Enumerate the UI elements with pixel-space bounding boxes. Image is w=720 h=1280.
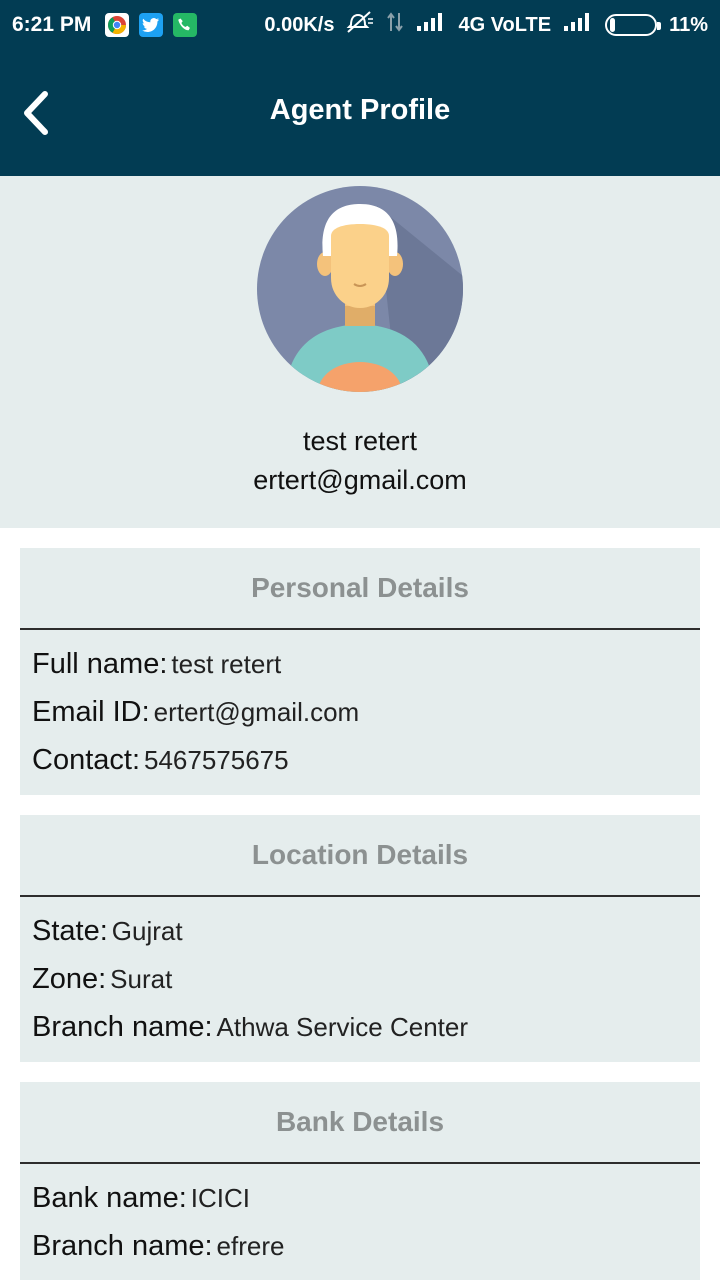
- battery-icon: [605, 14, 662, 36]
- detail-value: 5467575675: [144, 745, 289, 775]
- detail-value: Gujrat: [111, 916, 183, 946]
- detail-row-contact: Contact: 5467575675: [32, 744, 700, 792]
- status-bar-right: 0.00K/s 4G VoLTE 11%: [264, 10, 708, 40]
- detail-value: Surat: [110, 964, 173, 994]
- detail-row-state: State: Gujrat: [32, 915, 700, 963]
- detail-value: ICICI: [190, 1183, 250, 1213]
- detail-label: Branch name:: [32, 1011, 213, 1043]
- signal-icon: [416, 12, 446, 38]
- detail-row-full-name: Full name: test retert: [32, 648, 700, 696]
- detail-label: Email ID:: [32, 696, 150, 728]
- bank-details-title: Bank Details: [20, 1082, 700, 1164]
- status-bar-left: 6:21 PM: [12, 13, 198, 37]
- page-title: Agent Profile: [269, 94, 451, 126]
- bank-details-body: Bank name: ICICI Branch name: efrere: [20, 1164, 700, 1278]
- network-type: 4G VoLTE: [458, 13, 552, 36]
- mute-icon: [346, 10, 374, 40]
- location-details-card: Location Details State: Gujrat Zone: Sur…: [20, 815, 700, 1062]
- location-details-body: State: Gujrat Zone: Surat Branch name: A…: [20, 897, 700, 1059]
- detail-label: State:: [32, 915, 108, 947]
- phone-app-icon: [173, 13, 198, 37]
- data-arrows-icon: [386, 11, 404, 39]
- signal-icon-2: [563, 12, 593, 38]
- battery-level-fill: [610, 18, 616, 32]
- detail-row-branch-name: Branch name: Athwa Service Center: [32, 1011, 700, 1059]
- detail-row-bank-branch: Branch name: efrere: [32, 1230, 700, 1278]
- status-bar: 6:21 PM 0.00K/s 4G VoLTE 11%: [0, 0, 720, 50]
- detail-value: ertert@gmail.com: [153, 697, 360, 727]
- user-avatar-icon[interactable]: [257, 186, 463, 392]
- detail-label: Contact:: [32, 744, 140, 776]
- location-details-title: Location Details: [20, 815, 700, 897]
- detail-label: Full name:: [32, 648, 168, 680]
- network-speed: 0.00K/s: [264, 13, 335, 36]
- personal-details-body: Full name: test retert Email ID: ertert@…: [20, 630, 700, 792]
- bank-details-card: Bank Details Bank name: ICICI Branch nam…: [20, 1082, 700, 1280]
- detail-row-email: Email ID: ertert@gmail.com: [32, 696, 700, 744]
- personal-details-card: Personal Details Full name: test retert …: [20, 548, 700, 795]
- detail-label: Branch name:: [32, 1230, 213, 1262]
- detail-row-zone: Zone: Surat: [32, 963, 700, 1011]
- personal-details-title: Personal Details: [20, 548, 700, 630]
- app-bar: Agent Profile: [0, 50, 720, 176]
- detail-value: efrere: [216, 1231, 285, 1261]
- status-time: 6:21 PM: [12, 13, 92, 36]
- battery-tip: [657, 22, 662, 30]
- detail-label: Bank name:: [32, 1182, 187, 1214]
- chrome-icon: [105, 13, 130, 37]
- battery-percent: 11%: [669, 13, 708, 36]
- twitter-icon: [139, 13, 164, 37]
- profile-email: ertert@gmail.com: [253, 465, 467, 495]
- detail-value: Athwa Service Center: [216, 1012, 468, 1042]
- profile-header: test retert ertert@gmail.com: [0, 176, 720, 528]
- profile-name: test retert: [302, 426, 418, 456]
- detail-value: test retert: [171, 649, 282, 679]
- detail-label: Zone:: [32, 963, 107, 995]
- detail-row-bank-name: Bank name: ICICI: [32, 1182, 700, 1230]
